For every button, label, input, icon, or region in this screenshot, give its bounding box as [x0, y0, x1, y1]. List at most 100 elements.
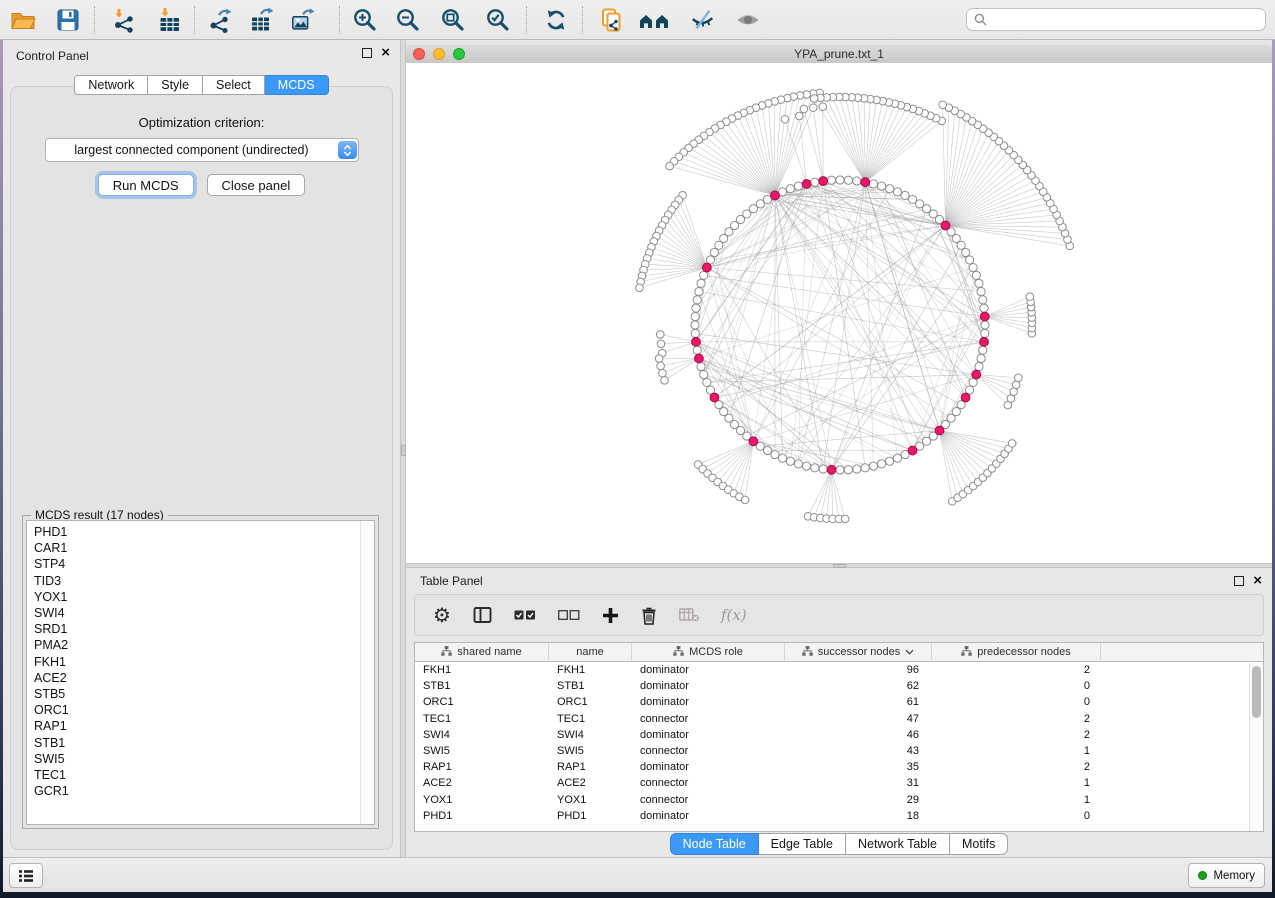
mcds-result-item[interactable]: STB5 [27, 686, 374, 702]
graph-node[interactable] [1026, 293, 1034, 301]
graph-node[interactable] [778, 454, 786, 462]
table-row-stb1[interactable]: STB1STB1dominator620 [415, 678, 1263, 694]
graph-hub-node[interactable] [819, 177, 828, 186]
graph-node[interactable] [853, 465, 861, 473]
graph-node[interactable] [869, 180, 877, 188]
new-network-from-selection-button[interactable] [599, 7, 625, 33]
mcds-result-item[interactable]: SWI4 [27, 605, 374, 621]
graph-node[interactable] [885, 457, 893, 465]
graph-node[interactable] [969, 378, 977, 386]
graph-node[interactable] [969, 263, 977, 271]
table-row-swi4[interactable]: SWI4SWI4dominator462 [415, 727, 1263, 743]
graph-hub-node[interactable] [702, 263, 711, 272]
tab-select[interactable]: Select [203, 75, 265, 95]
import-network-button[interactable] [111, 7, 137, 33]
tab-node-table[interactable]: Node Table [670, 833, 759, 855]
mcds-result-item[interactable]: SRD1 [27, 621, 374, 637]
table-row-phd1[interactable]: PHD1PHD1dominator180 [415, 808, 1263, 824]
graph-hub-node[interactable] [972, 370, 981, 379]
tab-style[interactable]: Style [148, 75, 203, 95]
graph-node[interactable] [877, 460, 885, 468]
graph-node[interactable] [693, 346, 701, 354]
graph-hub-node[interactable] [980, 312, 989, 321]
graph-node[interactable] [656, 331, 664, 339]
graph-node[interactable] [853, 177, 861, 185]
graph-node[interactable] [657, 340, 665, 348]
show-all-button[interactable] [735, 7, 761, 33]
mcds-result-item[interactable]: SWI5 [27, 751, 374, 767]
graph-node[interactable] [1015, 374, 1023, 382]
graph-node[interactable] [901, 191, 909, 199]
graph-hub-node[interactable] [749, 437, 758, 446]
result-list-scrollbar[interactable] [360, 521, 374, 824]
graph-node[interactable] [703, 378, 711, 386]
network-canvas[interactable] [406, 63, 1272, 563]
column-header-mcds-role[interactable]: MCDS role [632, 643, 785, 662]
graph-hub-node[interactable] [827, 465, 836, 474]
graph-node[interactable] [692, 304, 700, 312]
graph-node[interactable] [980, 304, 988, 312]
graph-node[interactable] [965, 256, 973, 264]
graph-node[interactable] [794, 460, 802, 468]
graph-node[interactable] [877, 182, 885, 190]
first-neighbors-button[interactable] [639, 7, 671, 33]
graph-node[interactable] [975, 279, 983, 287]
graph-node[interactable] [636, 284, 644, 292]
refresh-button[interactable] [543, 7, 569, 33]
graph-hub-node[interactable] [861, 178, 870, 187]
graph-node[interactable] [810, 95, 818, 103]
graph-node[interactable] [786, 457, 794, 465]
show-columns-icon[interactable] [473, 603, 492, 627]
mcds-result-item[interactable]: TID3 [27, 573, 374, 589]
graph-node[interactable] [691, 329, 699, 337]
graph-node[interactable] [657, 362, 665, 370]
graph-hub-node[interactable] [935, 426, 944, 435]
graph-hub-node[interactable] [710, 393, 719, 402]
mcds-result-item[interactable]: PHD1 [27, 524, 374, 540]
mcds-result-item[interactable]: GCR1 [27, 783, 374, 799]
export-table-button[interactable] [249, 7, 275, 33]
graph-node[interactable] [659, 369, 667, 377]
column-header-shared-name[interactable]: shared name [415, 643, 549, 662]
mcds-result-item[interactable]: ACE2 [27, 670, 374, 686]
graph-hub-node[interactable] [771, 191, 780, 200]
graph-node[interactable] [695, 287, 703, 295]
table-row-rap1[interactable]: RAP1RAP1dominator352 [415, 759, 1263, 775]
network-graph[interactable] [406, 63, 1272, 563]
table-scrollbar-thumb[interactable] [1252, 666, 1261, 718]
graph-node[interactable] [697, 279, 705, 287]
graph-node[interactable] [693, 296, 701, 304]
tab-motifs[interactable]: Motifs [950, 833, 1008, 855]
mcds-result-item[interactable]: RAP1 [27, 718, 374, 734]
graph-node[interactable] [975, 362, 983, 370]
delete-trash-icon[interactable] [641, 603, 657, 627]
graph-node[interactable] [979, 296, 987, 304]
graph-node[interactable] [786, 185, 794, 193]
mcds-result-item[interactable]: CAR1 [27, 540, 374, 556]
graph-node[interactable] [802, 462, 810, 470]
graph-node[interactable] [844, 466, 852, 474]
graph-node[interactable] [661, 377, 669, 385]
graph-node[interactable] [885, 185, 893, 193]
column-header-successor-nodes[interactable]: successor nodes [785, 643, 932, 662]
table-row-yox1[interactable]: YOX1YOX1connector291 [415, 792, 1263, 808]
graph-node[interactable] [811, 464, 819, 472]
graph-node[interactable] [908, 195, 916, 203]
mcds-result-item[interactable]: FKH1 [27, 654, 374, 670]
save-session-button[interactable] [55, 7, 81, 33]
graph-node[interactable] [796, 112, 804, 120]
select-all-rows-icon[interactable] [514, 603, 536, 627]
mcds-result-item[interactable]: YOX1 [27, 589, 374, 605]
graph-node[interactable] [741, 496, 749, 504]
graph-hub-node[interactable] [961, 393, 970, 402]
zoom-in-button[interactable] [352, 7, 378, 33]
graph-node[interactable] [836, 466, 844, 474]
network-window-titlebar[interactable]: YPA_prune.txt_1 [406, 45, 1272, 64]
graph-node[interactable] [836, 176, 844, 184]
graph-node[interactable] [869, 462, 877, 470]
mcds-result-item[interactable]: STP4 [27, 556, 374, 572]
run-mcds-button[interactable]: Run MCDS [98, 174, 194, 196]
tab-mcds[interactable]: MCDS [265, 75, 329, 95]
graph-node[interactable] [1012, 381, 1020, 389]
tab-network[interactable]: Network [74, 75, 148, 95]
